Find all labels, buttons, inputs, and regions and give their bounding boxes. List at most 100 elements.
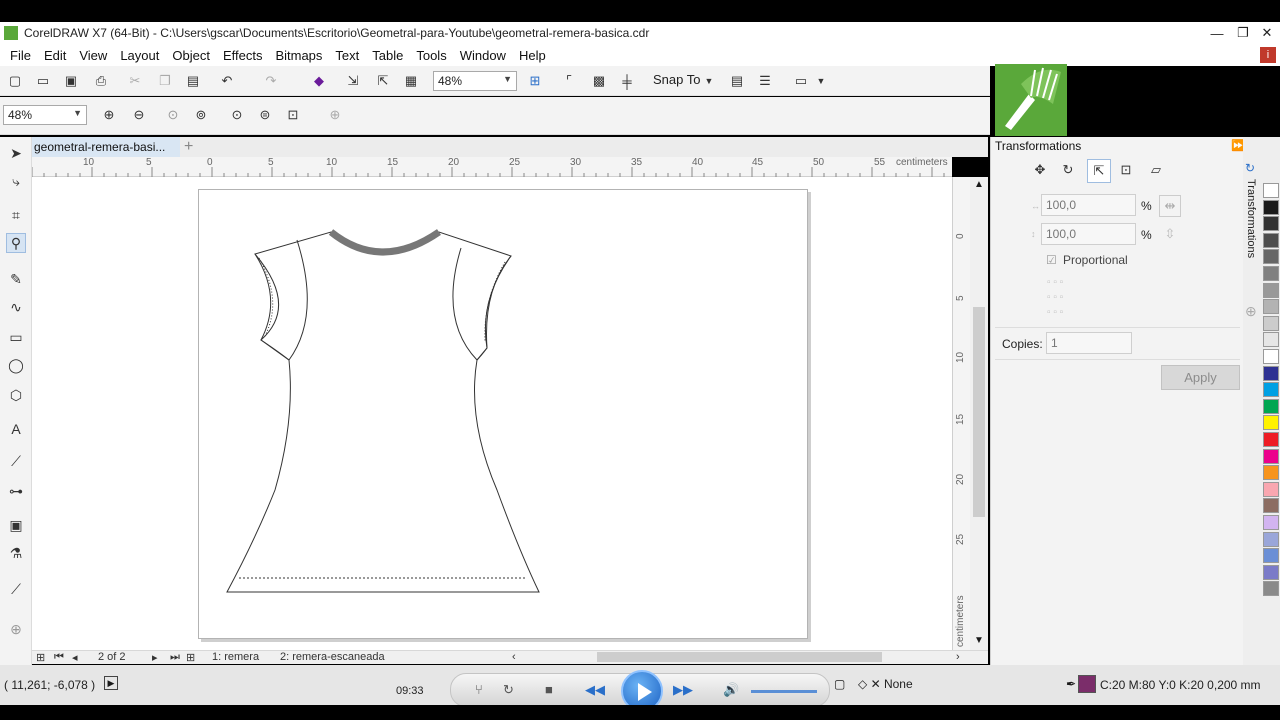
- mirror-vertical-icon[interactable]: ⇳: [1161, 225, 1179, 243]
- workspace-icon[interactable]: ▭: [792, 72, 810, 90]
- zoom-level-combo[interactable]: 48% ▼: [433, 71, 517, 91]
- anchor-grid[interactable]: ▫ ▫ ▫ ▫ ▫ ▫ ▫ ▫ ▫: [1047, 275, 1101, 321]
- palette-swatch[interactable]: [1263, 432, 1279, 447]
- drawing-canvas[interactable]: [32, 177, 952, 650]
- palette-swatch[interactable]: [1263, 299, 1279, 315]
- print-icon[interactable]: ⎙: [92, 72, 110, 90]
- page-tab-remera[interactable]: 1: remera: [212, 651, 259, 663]
- last-page-icon[interactable]: ⏭: [170, 651, 180, 664]
- new-document-icon[interactable]: ▢: [6, 72, 24, 90]
- zoom-width-icon[interactable]: ⊜: [256, 106, 274, 124]
- polygon-tool-icon[interactable]: ⬡: [6, 385, 26, 405]
- palette-swatch[interactable]: [1263, 249, 1279, 265]
- mirror-horizontal-icon[interactable]: ⇹: [1159, 195, 1181, 217]
- outline-color-swatch[interactable]: [1078, 675, 1096, 693]
- menu-effects[interactable]: Effects: [217, 48, 269, 63]
- menu-bitmaps[interactable]: Bitmaps: [269, 48, 328, 63]
- user-icon[interactable]: i: [1260, 47, 1276, 63]
- artistic-media-icon[interactable]: ∿: [6, 297, 26, 317]
- application-launcher-icon[interactable]: ☰: [756, 72, 774, 90]
- transparency-tool-icon[interactable]: ⚗: [6, 543, 26, 563]
- close-button[interactable]: ✕: [1254, 22, 1280, 44]
- full-screen-icon[interactable]: ⊞: [526, 72, 544, 90]
- rotate-icon[interactable]: ↻: [1059, 161, 1077, 179]
- palette-swatch[interactable]: [1263, 531, 1279, 547]
- undo-icon[interactable]: ↶: [218, 72, 236, 90]
- menu-file[interactable]: File: [4, 48, 37, 63]
- scroll-left-icon[interactable]: ‹: [512, 651, 516, 663]
- menu-object[interactable]: Object: [166, 48, 216, 63]
- scale-x-input[interactable]: 100,0: [1041, 194, 1136, 216]
- chevron-down-icon[interactable]: ▼: [812, 72, 830, 90]
- palette-swatch[interactable]: [1263, 415, 1279, 431]
- palette-swatch[interactable]: [1263, 548, 1279, 564]
- vertical-scroll-thumb[interactable]: [973, 307, 985, 517]
- palette-swatch[interactable]: [1263, 315, 1279, 331]
- palette-swatch[interactable]: [1263, 332, 1279, 348]
- play-status-icon[interactable]: ▶: [104, 676, 118, 690]
- copy-icon[interactable]: ❐: [156, 72, 174, 90]
- drop-shadow-icon[interactable]: ▣: [6, 515, 26, 535]
- copies-input[interactable]: 1: [1046, 332, 1132, 354]
- show-rulers-icon[interactable]: ⌜: [560, 72, 578, 90]
- menu-help[interactable]: Help: [513, 48, 552, 63]
- cut-icon[interactable]: ✂: [126, 72, 144, 90]
- volume-slider[interactable]: [751, 690, 817, 693]
- options-icon[interactable]: ▤: [728, 72, 746, 90]
- redo-icon[interactable]: ↷: [262, 72, 280, 90]
- palette-swatch[interactable]: [1263, 481, 1279, 497]
- zoom-selected-icon[interactable]: ⊙: [164, 106, 182, 124]
- connector-tool-icon[interactable]: ⊶: [6, 481, 26, 501]
- palette-swatch[interactable]: [1263, 498, 1279, 514]
- proportional-checkbox[interactable]: ☑: [1046, 253, 1057, 267]
- transformations-tab[interactable]: Transformations: [1245, 179, 1257, 258]
- palette-swatch[interactable]: [1263, 199, 1279, 215]
- export-icon[interactable]: ⇱: [374, 72, 392, 90]
- scale-y-input[interactable]: 100,0: [1041, 223, 1136, 245]
- palette-swatch[interactable]: [1263, 365, 1279, 381]
- publish-pdf-icon[interactable]: ▦: [402, 72, 420, 90]
- palette-swatch[interactable]: [1263, 398, 1279, 414]
- rectangle-tool-icon[interactable]: ▭: [6, 327, 26, 347]
- fast-forward-icon[interactable]: ▶▶: [673, 682, 693, 698]
- zoom-tool-icon[interactable]: ⚲: [6, 233, 26, 253]
- document-tab[interactable]: geometral-remera-basi...: [32, 137, 180, 157]
- page-options-icon[interactable]: ⊞: [36, 651, 45, 664]
- crop-tool-icon[interactable]: ⌗: [6, 205, 26, 225]
- pick-tool-icon[interactable]: ➤: [6, 143, 26, 163]
- stop-icon[interactable]: ■: [545, 682, 553, 697]
- scroll-down-icon[interactable]: ▼: [974, 635, 984, 646]
- freehand-tool-icon[interactable]: ✎: [6, 269, 26, 289]
- menu-edit[interactable]: Edit: [38, 48, 72, 63]
- rewind-icon[interactable]: ◀◀: [585, 682, 605, 698]
- position-icon[interactable]: ✥: [1031, 161, 1049, 179]
- add-page-icon[interactable]: ⊞: [186, 651, 195, 664]
- add-icon[interactable]: ⊕: [326, 106, 344, 124]
- playlist-icon[interactable]: ⑂: [475, 682, 483, 697]
- open-icon[interactable]: ▭: [34, 72, 52, 90]
- palette-swatch[interactable]: [1263, 515, 1279, 530]
- restore-button[interactable]: ❐: [1230, 22, 1256, 44]
- zoom-levels-combo[interactable]: 48% ▼: [3, 105, 87, 125]
- palette-swatch[interactable]: [1263, 564, 1279, 580]
- zoom-height-icon[interactable]: ⊡: [284, 106, 302, 124]
- page-tab-remera-escaneada[interactable]: 2: remera-escaneada: [280, 651, 385, 663]
- scroll-right-icon[interactable]: ›: [956, 651, 960, 663]
- menu-text[interactable]: Text: [329, 48, 365, 63]
- shape-tool-icon[interactable]: ⤷: [6, 171, 26, 191]
- zoom-page-icon[interactable]: ⊙: [228, 106, 246, 124]
- volume-icon[interactable]: 🔊: [723, 682, 739, 698]
- next-page-icon[interactable]: ▸: [152, 651, 158, 664]
- apply-button[interactable]: Apply: [1161, 365, 1240, 390]
- vertical-scrollbar[interactable]: ▲ ▼: [970, 177, 988, 650]
- eyedropper-tool-icon[interactable]: ⟋: [6, 579, 26, 599]
- chevron-down-icon[interactable]: ▼: [700, 72, 718, 90]
- previous-page-icon[interactable]: ◂: [72, 651, 78, 664]
- repeat-icon[interactable]: ↻: [503, 682, 514, 698]
- menu-window[interactable]: Window: [454, 48, 512, 63]
- ellipse-tool-icon[interactable]: ◯: [6, 355, 26, 375]
- show-guidelines-icon[interactable]: ╪: [618, 72, 636, 90]
- palette-swatch[interactable]: [1263, 465, 1279, 481]
- transformations-tab-icon[interactable]: ↻: [1245, 161, 1255, 175]
- skew-icon[interactable]: ▱: [1147, 161, 1165, 179]
